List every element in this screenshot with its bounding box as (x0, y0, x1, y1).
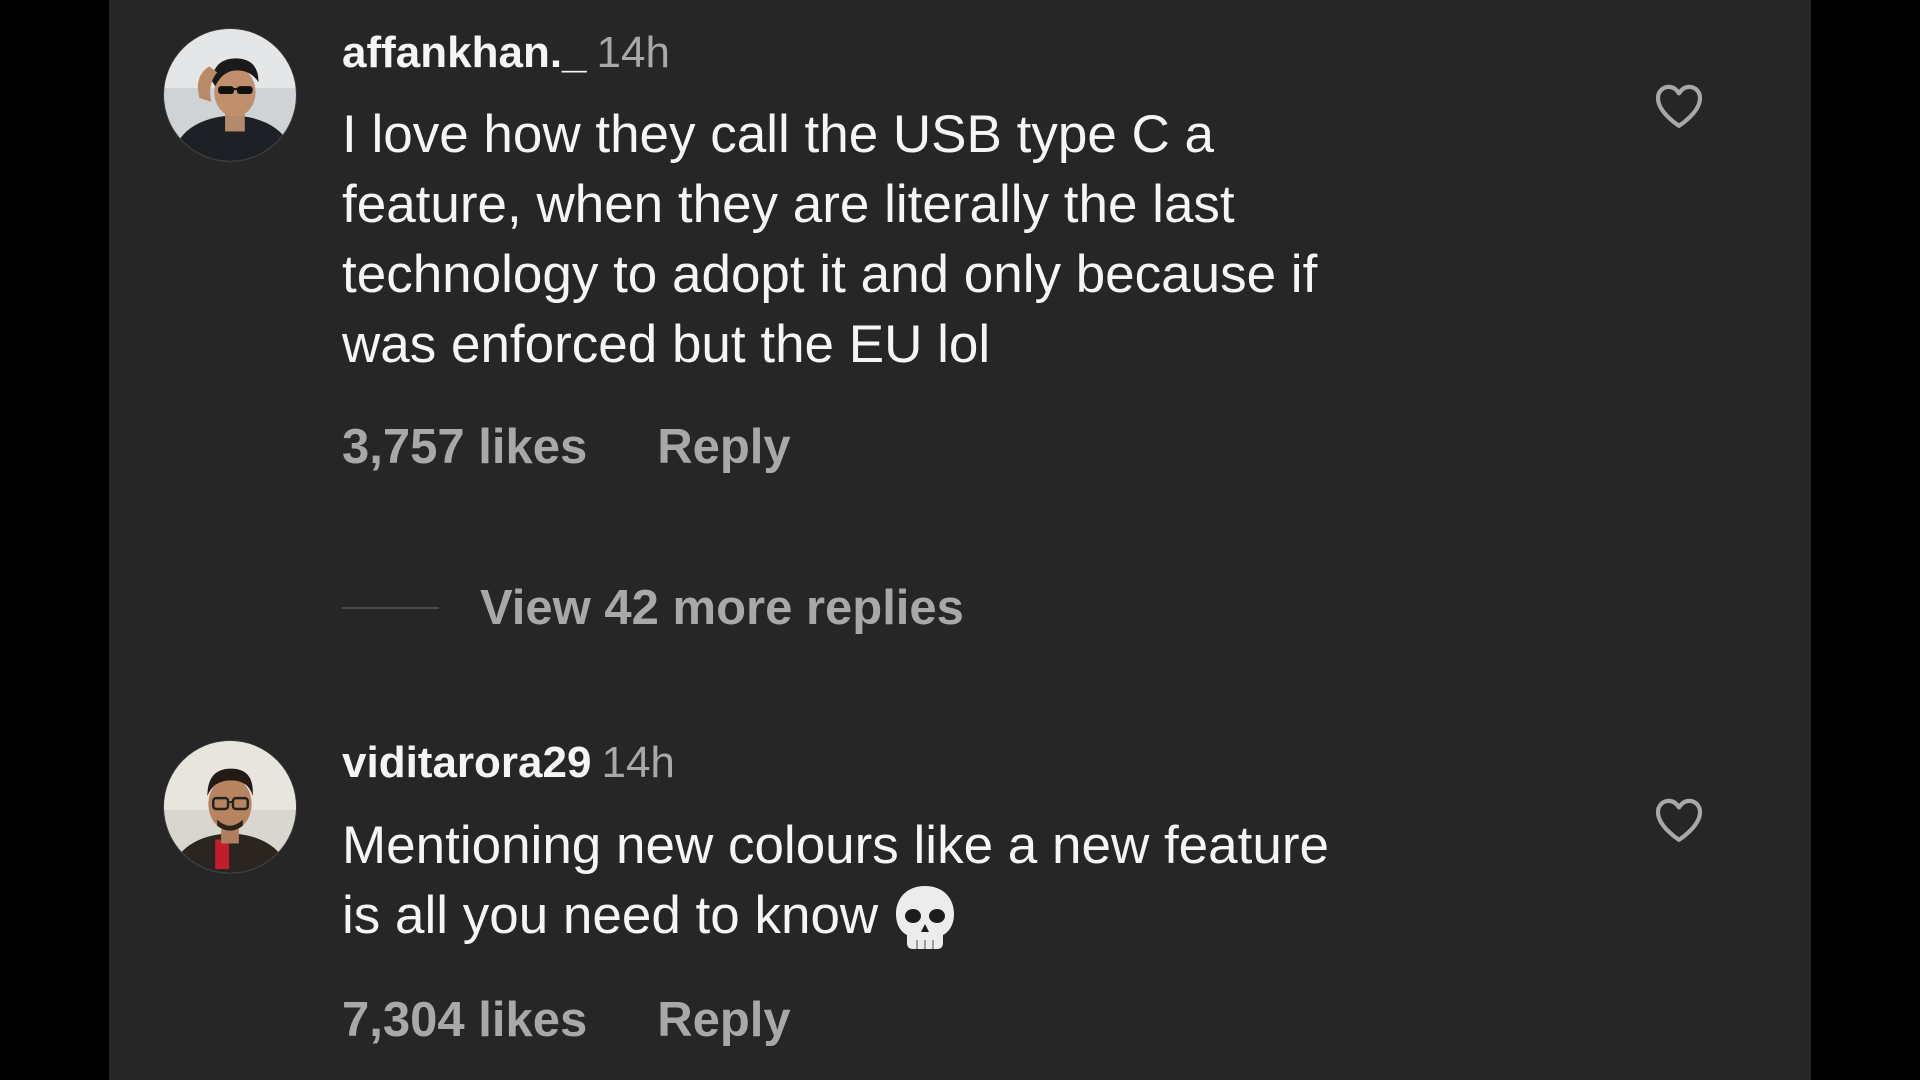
comment-line: Mentioning new colours like a new featur… (342, 816, 1329, 875)
comment-line: was enforced but the EU lol (342, 315, 991, 374)
comments-panel: affankhan._ 14h I love how they call the … (109, 0, 1811, 1080)
comment-text: Mentioning new colours like a new featur… (342, 811, 1642, 955)
heart-icon[interactable] (1651, 792, 1707, 848)
reply-button[interactable]: Reply (657, 420, 790, 474)
comment-text: I love how they call the USB type C a fe… (342, 100, 1642, 380)
reply-button[interactable]: Reply (657, 993, 790, 1047)
comment-line: technology to adopt it and only because … (342, 245, 1318, 304)
heart-icon[interactable] (1651, 78, 1707, 134)
profile-photo (164, 741, 296, 873)
avatar[interactable] (163, 740, 297, 874)
comment-line: is all you need to know (342, 881, 1642, 955)
comment-header: viditarora29 14h (342, 738, 675, 788)
view-more-replies-button[interactable]: View 42 more replies (342, 578, 964, 638)
comment-meta: 3,757 likes Reply (342, 419, 791, 475)
comment-line: I love how they call the USB type C a (342, 105, 1214, 164)
timestamp: 14h (596, 28, 670, 77)
skull-emoji-icon (892, 883, 958, 955)
likes-count[interactable]: 7,304 likes (342, 993, 587, 1047)
username[interactable]: viditarora29 (342, 738, 591, 787)
comment-line-text: is all you need to know (342, 886, 879, 945)
replies-divider-line (342, 607, 439, 609)
comment-header: affankhan._ 14h (342, 28, 670, 78)
likes-count[interactable]: 3,757 likes (342, 420, 587, 474)
heart-outline-icon (1655, 798, 1703, 842)
profile-photo (164, 29, 296, 161)
skull-icon (896, 886, 955, 949)
comment-line: feature, when they are literally the las… (342, 175, 1235, 234)
comment-meta: 7,304 likes Reply (342, 992, 791, 1048)
view-replies-label: View 42 more replies (480, 581, 964, 635)
avatar[interactable] (163, 28, 297, 162)
timestamp: 14h (601, 738, 675, 787)
heart-outline-icon (1655, 84, 1703, 128)
username[interactable]: affankhan._ (342, 28, 587, 77)
